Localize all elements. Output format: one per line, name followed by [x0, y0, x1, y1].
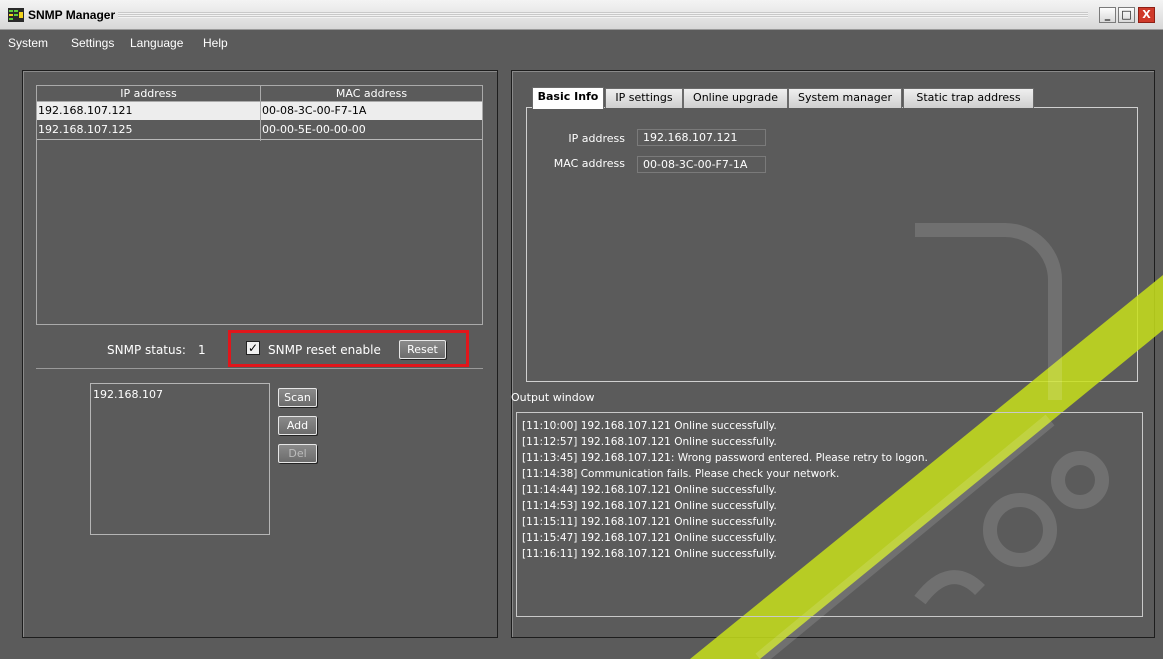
mac-address-label: MAC address — [553, 157, 625, 170]
mac-address-field[interactable]: 00-08-3C-00-F7-1A — [637, 156, 766, 173]
row-mac: 00-00-5E-00-00-00 — [262, 123, 366, 136]
title-bar[interactable]: SNMP Manager _ □ X — [0, 0, 1163, 30]
log-line: [11:12:57] 192.168.107.121 Online succes… — [522, 436, 777, 448]
log-line: [11:15:47] 192.168.107.121 Online succes… — [522, 532, 777, 544]
app-icon — [8, 8, 24, 22]
minimize-button[interactable]: _ — [1099, 7, 1116, 23]
menu-help[interactable]: Help — [203, 36, 228, 50]
row-mac: 00-08-3C-00-F7-1A — [262, 104, 367, 117]
column-header-ip[interactable]: IP address — [37, 86, 260, 102]
log-line: [11:10:00] 192.168.107.121 Online succes… — [522, 420, 777, 432]
log-line: [11:14:44] 192.168.107.121 Online succes… — [522, 484, 777, 496]
close-icon: X — [1142, 8, 1151, 21]
column-header-mac[interactable]: MAC address — [261, 86, 482, 102]
ip-address-label: IP address — [568, 132, 625, 145]
tab-panel — [526, 107, 1138, 382]
maximize-icon: □ — [1121, 8, 1132, 21]
row-ip: 192.168.107.121 — [38, 104, 133, 117]
snmp-status-label: SNMP status: — [107, 343, 186, 357]
list-item[interactable]: 192.168.107 — [93, 388, 267, 401]
tab-ip-settings[interactable]: IP settings — [605, 88, 683, 108]
output-window-label: Output window — [511, 391, 595, 404]
menu-bar: System Settings Language Help — [0, 30, 1163, 56]
window-title: SNMP Manager — [28, 8, 116, 22]
row-ip: 192.168.107.125 — [38, 123, 133, 136]
tab-online-upgrade[interactable]: Online upgrade — [683, 88, 788, 108]
log-line: [11:14:53] 192.168.107.121 Online succes… — [522, 500, 777, 512]
maximize-button[interactable]: □ — [1118, 7, 1135, 23]
divider — [36, 368, 483, 369]
check-icon: ✓ — [247, 341, 259, 355]
menu-language[interactable]: Language — [130, 36, 183, 50]
tab-system-manager[interactable]: System manager — [788, 88, 902, 108]
snmp-reset-enable-checkbox[interactable]: ✓ — [246, 341, 260, 355]
add-button[interactable]: Add — [278, 416, 317, 435]
ip-address-field[interactable]: 192.168.107.121 — [637, 129, 766, 146]
snmp-status-value: 1 — [198, 343, 206, 357]
log-line: [11:13:45] 192.168.107.121: Wrong passwo… — [522, 452, 928, 464]
device-table[interactable]: IP address MAC address 192.168.107.121 0… — [36, 85, 483, 325]
log-line: [11:15:11] 192.168.107.121 Online succes… — [522, 516, 777, 528]
scan-button[interactable]: Scan — [278, 388, 317, 407]
log-line: [11:14:38] Communication fails. Please c… — [522, 468, 840, 480]
log-line: [11:16:11] 192.168.107.121 Online succes… — [522, 548, 777, 560]
subnet-list[interactable]: 192.168.107 — [90, 383, 270, 535]
menu-system[interactable]: System — [8, 36, 48, 50]
column-divider — [260, 86, 261, 141]
close-button[interactable]: X — [1138, 7, 1155, 23]
del-button[interactable]: Del — [278, 444, 317, 463]
reset-button[interactable]: Reset — [399, 340, 446, 359]
minimize-icon: _ — [1104, 8, 1111, 21]
menu-settings[interactable]: Settings — [71, 36, 114, 50]
tab-basic-info[interactable]: Basic Info — [532, 87, 604, 109]
tab-static-trap-address[interactable]: Static trap address — [903, 88, 1034, 108]
title-bar-stripes — [118, 12, 1088, 18]
snmp-reset-enable-label[interactable]: SNMP reset enable — [268, 343, 381, 357]
